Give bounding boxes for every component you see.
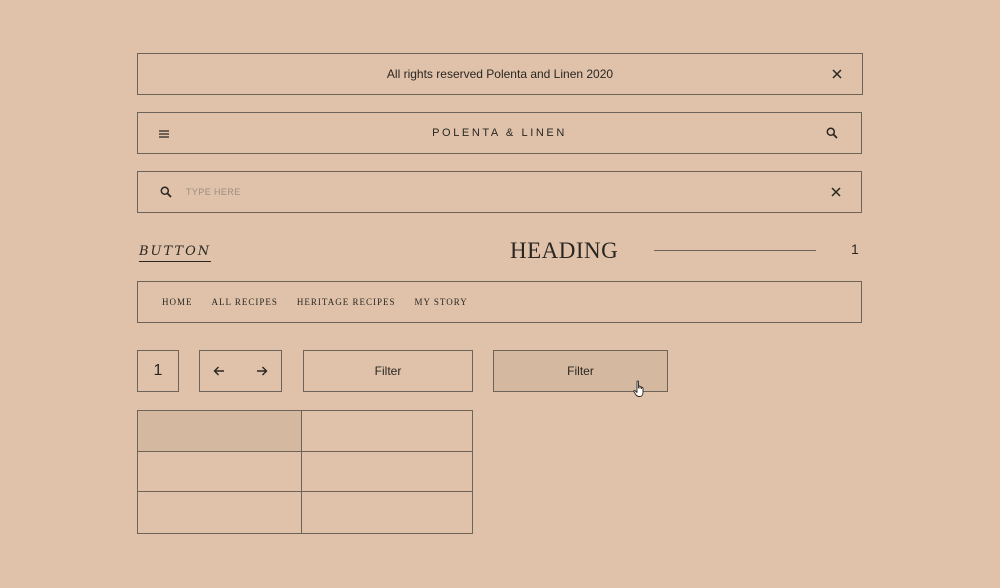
nav-item-heritage-recipes[interactable]: HERITAGE RECIPES (297, 297, 396, 307)
filter-button-label: Filter (374, 364, 402, 378)
grid-cell[interactable] (138, 451, 302, 493)
grid-cell[interactable] (138, 492, 302, 533)
page-number-box[interactable]: 1 (137, 350, 179, 392)
close-icon[interactable] (830, 67, 844, 81)
data-grid (137, 410, 473, 534)
hamburger-menu-icon[interactable] (157, 127, 171, 141)
arrow-left-icon[interactable] (212, 364, 226, 378)
filter-button-label: Filter (567, 364, 594, 378)
heading: HEADING (510, 238, 619, 263)
nav-item-home[interactable]: HOME (162, 297, 193, 307)
heading-number: 1 (851, 241, 859, 257)
copyright-notice-bar: All rights reserved Polenta and Linen 20… (137, 53, 863, 95)
grid-cell[interactable] (302, 452, 472, 493)
grid-cell[interactable] (302, 411, 472, 452)
copyright-text: All rights reserved Polenta and Linen 20… (386, 67, 614, 81)
arrow-right-icon[interactable] (255, 364, 269, 378)
grid-cell[interactable] (302, 492, 472, 533)
search-icon[interactable] (825, 126, 839, 140)
text-button[interactable]: BUTTON (139, 244, 212, 262)
pagination-arrows (199, 350, 282, 392)
search-icon (159, 185, 173, 199)
heading-divider-line (654, 250, 816, 251)
site-title: POLENTA & LINEN (432, 127, 567, 139)
page-number: 1 (153, 362, 163, 379)
search-input[interactable] (186, 182, 746, 202)
top-navigation-bar: POLENTA & LINEN (137, 112, 862, 154)
nav-item-all-recipes[interactable]: ALL RECIPES (212, 297, 278, 307)
filter-button[interactable]: Filter (303, 350, 473, 392)
search-bar (137, 171, 862, 213)
nav-item-my-story[interactable]: MY STORY (414, 297, 467, 307)
main-menu: HOME ALL RECIPES HERITAGE RECIPES MY STO… (137, 281, 862, 323)
grid-cell-selected[interactable] (138, 411, 302, 452)
hand-pointer-cursor-icon (633, 380, 647, 398)
clear-search-icon[interactable] (829, 185, 843, 199)
